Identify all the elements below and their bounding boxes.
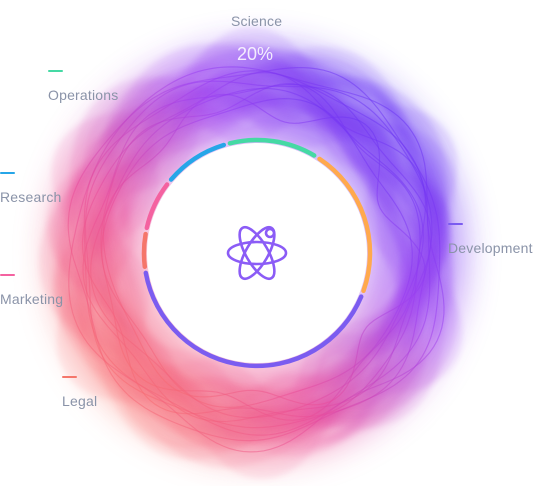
legend-item-science: Science	[231, 0, 282, 29]
legend-label-marketing: Marketing	[0, 291, 64, 307]
legend-label-research: Research	[0, 189, 62, 205]
legend-label-development: Development	[448, 240, 533, 256]
legend-label-operations: Operations	[48, 87, 119, 103]
legend-label-legal: Legal	[62, 393, 98, 409]
legend-item-research: Research	[0, 172, 62, 205]
legend-item-legal: Legal	[62, 376, 97, 409]
legend-swatch-development	[448, 223, 463, 225]
legend-swatch-research	[0, 172, 15, 174]
value-label-science: 20%	[237, 44, 274, 64]
legend-label-science: Science	[231, 13, 283, 29]
center-disc	[147, 143, 367, 363]
legend-swatch-marketing	[0, 274, 15, 276]
legend-swatch-operations	[48, 70, 63, 72]
segment-arc-legal	[141, 231, 148, 269]
legend-item-marketing: Marketing	[0, 274, 63, 307]
chart-canvas: Science 20% Operations Research Marketin…	[0, 0, 537, 486]
legend-item-operations: Operations	[48, 70, 118, 103]
legend-item-development: Development	[448, 223, 533, 256]
legend-swatch-legal	[62, 376, 77, 378]
